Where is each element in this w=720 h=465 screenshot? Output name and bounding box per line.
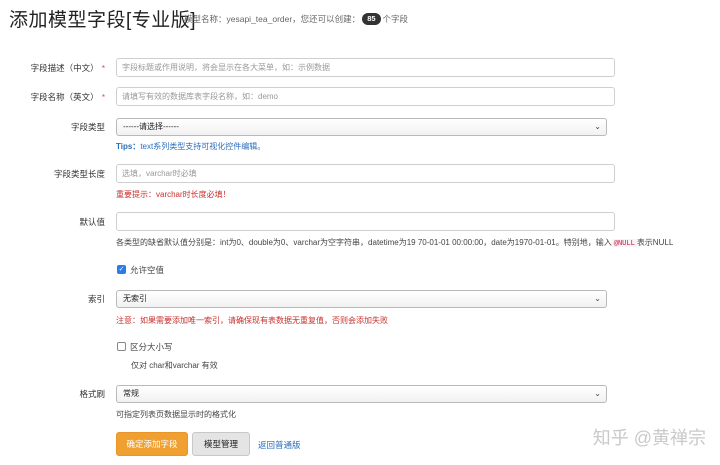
- index-label: 索引: [87, 294, 105, 304]
- required-mark: *: [101, 92, 105, 102]
- model-manage-button[interactable]: 模型管理: [192, 432, 250, 456]
- field-name-input[interactable]: 请填写有效的数据库表字段名称，如：demo: [116, 87, 615, 106]
- default-help-after: 表示NULL: [636, 238, 674, 247]
- watermark: 知乎 @黄禅宗: [592, 428, 706, 448]
- chevron-down-icon: ⌄: [594, 389, 601, 398]
- page-title: 添加模型字段[专业版]: [9, 10, 197, 31]
- field-desc-input[interactable]: 字段标题或作用说明，将会显示在各大菜单，如：示例数据: [116, 58, 615, 77]
- chevron-down-icon: ⌄: [594, 294, 601, 303]
- field-length-input[interactable]: 选填，varchar时必填: [116, 164, 615, 183]
- formatter-selected: 常规: [123, 389, 139, 398]
- tips-prefix: Tips：: [116, 142, 141, 151]
- case-sensitive-checkbox[interactable]: [117, 342, 126, 351]
- case-sensitive-label: 区分大小写: [130, 342, 173, 352]
- case-sensitive-help: 仅对 char和varchar 有效: [131, 361, 218, 370]
- field-type-tips: Tips：text系列类型支持可视化控件编辑。: [116, 141, 265, 152]
- field-length-label: 字段类型长度: [53, 169, 105, 179]
- model-info-suffix: 个字段: [382, 14, 409, 24]
- tips-text: text系列类型支持可视化控件编辑。: [140, 142, 266, 151]
- null-code: @NULL: [611, 239, 637, 247]
- back-to-basic-link[interactable]: 返回普通版: [258, 439, 301, 451]
- default-help-text: 各类型的缺省默认值分别是：int为0、double为0、varchar为空字符串…: [116, 238, 612, 247]
- model-info: 模型名称：yesapi_tea_order，您还可以创建： 85 个字段: [184, 13, 408, 25]
- remaining-count-badge: 85: [362, 13, 381, 25]
- index-warning: 注意：如果需要添加唯一索引，请确保现有表数据无重复值，否则会添加失败: [116, 316, 388, 325]
- formatter-help: 可指定列表页数据显示时的格式化: [116, 410, 236, 419]
- index-selected: 无索引: [123, 294, 147, 303]
- default-value-label: 默认值: [79, 217, 105, 227]
- chevron-down-icon: ⌄: [594, 122, 601, 131]
- model-info-prefix: 模型名称：yesapi_tea_order，您还可以创建：: [184, 14, 361, 24]
- formatter-label: 格式刷: [79, 389, 105, 399]
- index-select[interactable]: 无索引 ⌄: [116, 290, 607, 308]
- field-type-label: 字段类型: [70, 122, 105, 132]
- allow-null-label: 允许空值: [130, 265, 165, 275]
- field-type-select[interactable]: ------请选择------ ⌄: [116, 118, 607, 136]
- default-value-help: 各类型的缺省默认值分别是：int为0、double为0、varchar为空字符串…: [116, 237, 673, 248]
- formatter-select[interactable]: 常规 ⌄: [116, 385, 607, 403]
- default-value-input[interactable]: [116, 212, 615, 231]
- field-name-label: 字段名称（英文） *: [0, 91, 105, 103]
- field-desc-label: 字段描述（中文） *: [0, 62, 105, 74]
- submit-button[interactable]: 确定添加字段: [116, 432, 188, 456]
- required-mark: *: [101, 63, 105, 73]
- field-type-selected: ------请选择------: [123, 122, 179, 131]
- field-length-warning: 重要提示：varchar时长度必填！: [116, 190, 231, 199]
- field-desc-label-text: 字段描述（中文）: [30, 63, 99, 73]
- field-name-label-text: 字段名称（英文）: [30, 92, 99, 102]
- allow-null-checkbox[interactable]: ✓: [117, 265, 126, 274]
